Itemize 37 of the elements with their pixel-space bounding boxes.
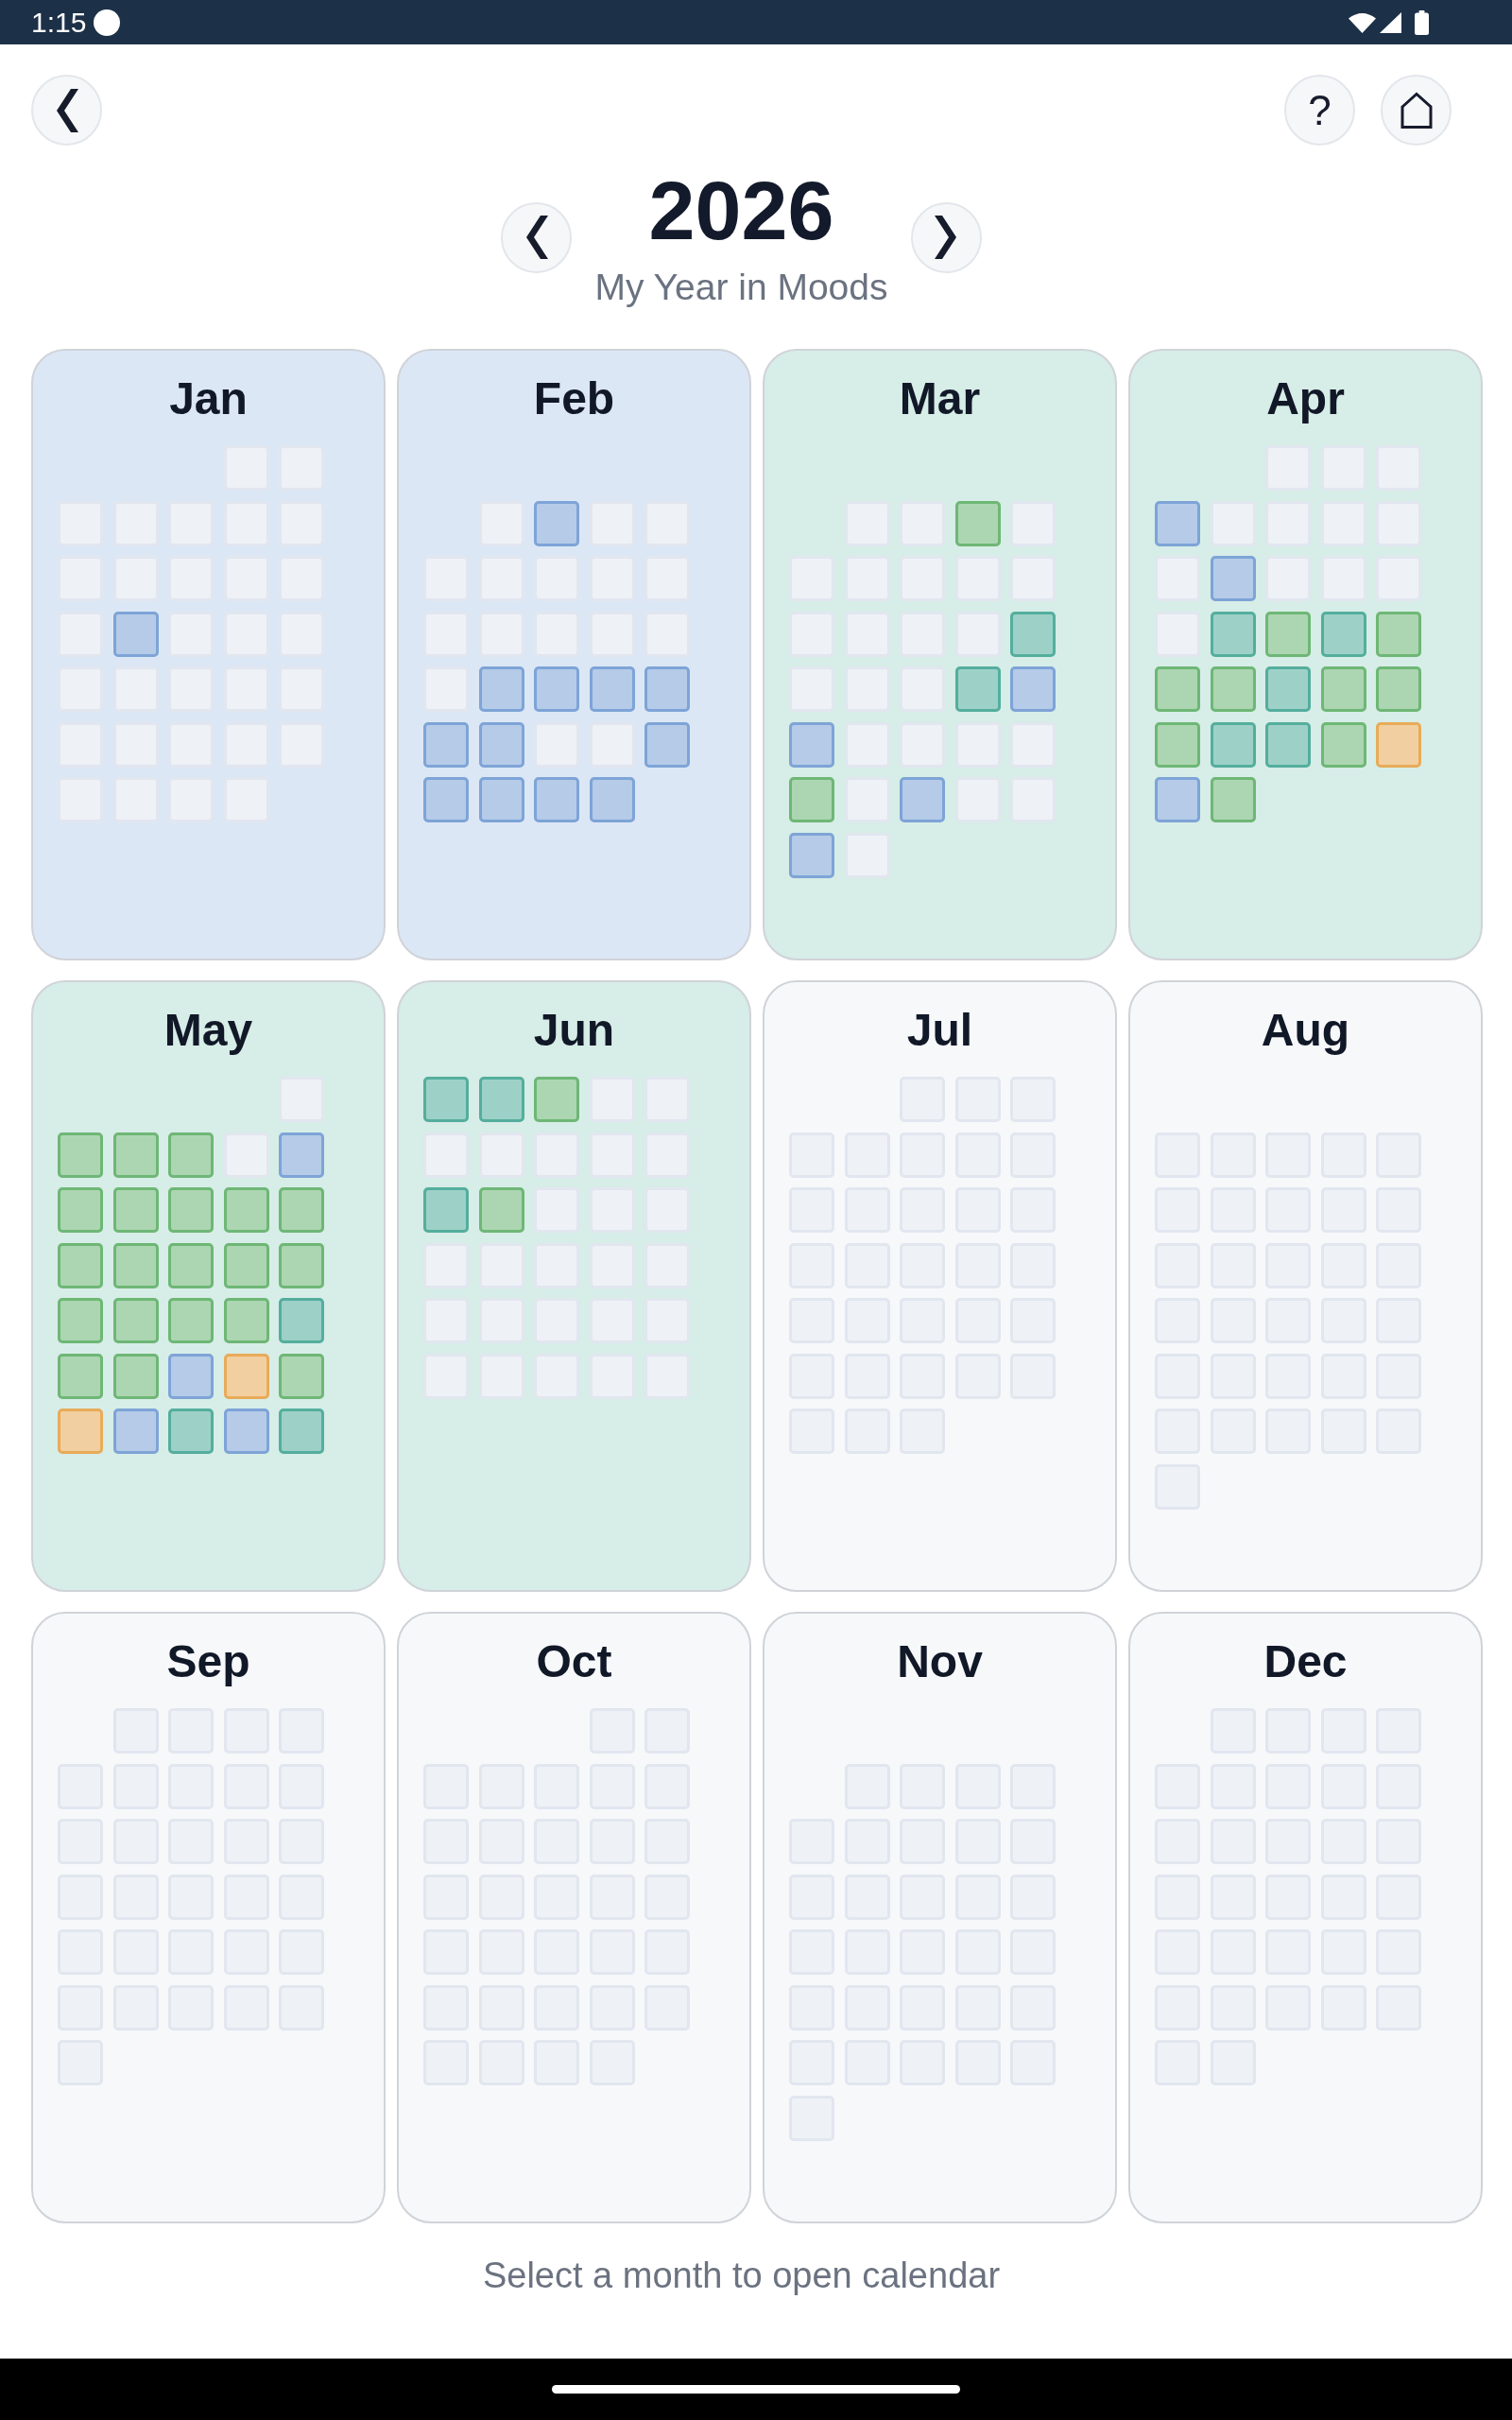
month-name: Oct <box>535 1635 613 1688</box>
month-card[interactable]: Feb <box>397 349 751 960</box>
page-subtitle: My Year in Moods <box>594 266 888 309</box>
month-name: Nov <box>896 1635 984 1688</box>
month-card[interactable]: Mar <box>763 349 1117 960</box>
month-card[interactable]: Jun <box>397 980 751 1592</box>
signal-icon <box>1380 11 1401 33</box>
month-name: Jun <box>532 1004 616 1057</box>
help-button[interactable]: ? <box>1284 75 1355 146</box>
month-name: May <box>163 1004 254 1057</box>
chevron-left-icon <box>55 88 78 132</box>
home-icon <box>1400 92 1433 129</box>
month-card[interactable]: Jan <box>31 349 386 960</box>
hint-text: Select a month to open calendar <box>481 2255 1002 2297</box>
month-name: Jan <box>168 372 249 425</box>
month-card[interactable]: Dec <box>1128 1612 1483 2223</box>
month-name: Sep <box>165 1635 251 1688</box>
month-card[interactable]: Aug <box>1128 980 1483 1592</box>
month-name: Aug <box>1260 1004 1351 1057</box>
status-time: 1:15 <box>31 6 87 39</box>
month-card[interactable]: Apr <box>1128 349 1483 960</box>
wifi-icon <box>1349 11 1376 33</box>
month-card[interactable]: Jul <box>763 980 1117 1592</box>
month-name: Mar <box>898 372 982 425</box>
chevron-left-icon <box>525 216 548 259</box>
month-name: Jul <box>905 1004 974 1057</box>
notification-dot-icon <box>94 9 121 36</box>
month-name: Feb <box>532 372 616 425</box>
month-name: Dec <box>1263 1635 1349 1688</box>
month-card[interactable]: Sep <box>31 1612 386 2223</box>
month-name: Apr <box>1265 372 1346 425</box>
month-card[interactable]: May <box>31 980 386 1592</box>
chevron-right-icon <box>935 216 957 259</box>
month-card[interactable]: Oct <box>397 1612 751 2223</box>
year-title: 2026 <box>648 164 834 256</box>
battery-icon <box>1415 9 1429 35</box>
month-card[interactable]: Nov <box>763 1612 1117 2223</box>
